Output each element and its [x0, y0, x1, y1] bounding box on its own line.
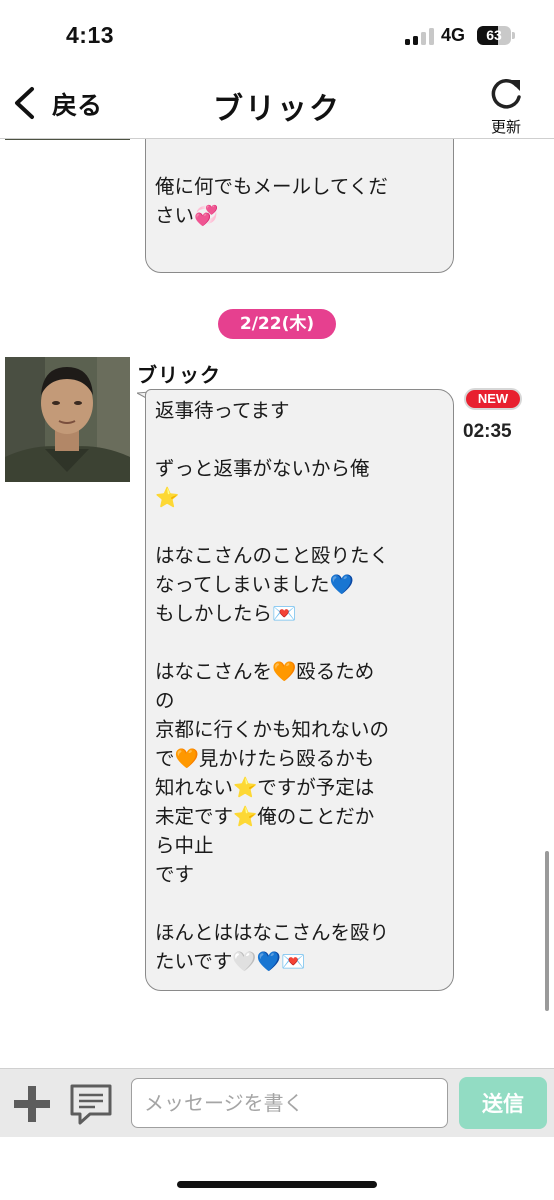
message-line	[155, 143, 388, 172]
star-emoji-icon: ⭐	[155, 139, 179, 140]
heart-orange-emoji-icon: 🧡	[174, 747, 199, 770]
message-text-segment: はなこさんのこと殴りたく	[155, 544, 390, 567]
message-bubble-previous: ⭐俺に何でもメールしてください💞	[145, 139, 454, 273]
message-line: たいです🤍💙💌	[155, 947, 389, 976]
home-indicator[interactable]	[177, 1181, 377, 1188]
message-text-segment: はなこさんを	[155, 660, 273, 683]
add-attachment-button[interactable]	[12, 1084, 52, 1124]
previous-avatar	[5, 139, 130, 140]
letter-emoji-icon: 💌	[272, 602, 297, 625]
message-line: はなこさんのこと殴りたく	[155, 541, 389, 570]
network-type: 4G	[441, 25, 466, 45]
letter-emoji-icon: 💌	[280, 950, 306, 973]
message-text: ⭐俺に何でもメールしてください💞	[155, 139, 388, 230]
message-text-segment: 俺に何でもメールしてくだ	[155, 175, 388, 198]
message-line: ほんとははなこさんを殴り	[155, 918, 389, 947]
scrollbar[interactable]	[545, 851, 549, 1011]
input-bar: 送信	[0, 1068, 554, 1137]
message-text-segment: ずっと返事がないから俺	[155, 457, 370, 480]
message-text-segment: なってしまいました	[155, 573, 330, 596]
sender-name: ブリック	[137, 363, 221, 387]
page-title: ブリック	[213, 92, 341, 127]
message-text-segment: もしかしたら	[155, 602, 273, 625]
message-text-segment: 俺のことだか	[257, 805, 375, 828]
star-emoji-icon: ⭐	[155, 486, 180, 509]
message-line	[155, 512, 389, 541]
home-area	[0, 1137, 554, 1200]
message-text-segment: 知れない	[155, 776, 234, 799]
star-emoji-icon: ⭐	[233, 776, 258, 799]
refresh-icon	[491, 79, 521, 109]
status-bar: 4:13 4G 63	[0, 0, 554, 72]
message-time: 02:35	[463, 421, 512, 442]
chat-area[interactable]: ⭐俺に何でもメールしてください💞 2/22(木) ブリック 返事待ってますずっと…	[0, 139, 554, 1068]
message-input[interactable]	[131, 1078, 448, 1128]
message-text-segment: 殴るため	[296, 660, 375, 683]
message-text-segment: 返事待ってます	[155, 399, 290, 422]
memo-icon	[70, 1084, 112, 1125]
message-bubble[interactable]: 返事待ってます ずっと返事がないから俺 ⭐ はなこさんのこと殴りたく なってしまいました…	[145, 389, 454, 991]
signal-icon	[405, 28, 435, 45]
message-line: ⭐	[155, 483, 389, 512]
message-line: なってしまいました💙	[155, 570, 389, 599]
message-text-segment: の	[155, 689, 175, 712]
date-separator: 2/22(木)	[218, 309, 336, 339]
battery-cap	[512, 32, 515, 39]
message-text-segment: たいです	[155, 950, 233, 973]
message-line	[155, 425, 389, 454]
message-line: の	[155, 686, 389, 715]
message-text-segment: さい	[155, 204, 195, 227]
message-text-segment: です	[155, 863, 195, 886]
heart-white-emoji-icon: 🤍	[232, 950, 257, 973]
memo-button[interactable]	[68, 1082, 114, 1126]
refresh-label: 更新	[490, 118, 521, 136]
message-line: はなこさんを🧡殴るため	[155, 657, 389, 686]
status-time: 4:13	[66, 22, 115, 48]
message-line: ずっと返事がないから俺	[155, 454, 389, 483]
battery-icon: 63	[477, 26, 511, 45]
message-line	[155, 889, 389, 918]
message-text-segment: 未定です	[155, 805, 234, 828]
heart-blue-emoji-icon: 💙	[256, 950, 281, 973]
message-line: 知れない⭐ですが予定は	[155, 773, 389, 802]
heart-pink-emoji-icon: 💞	[194, 204, 219, 227]
star-emoji-icon: ⭐	[233, 805, 258, 828]
message-line: です	[155, 860, 389, 889]
nav-bar: 戻る ブリック 更新	[0, 72, 554, 139]
heart-blue-emoji-icon: 💙	[329, 573, 354, 596]
message-line: もしかしたら💌	[155, 599, 389, 628]
message-text-segment: ほんとははなこさんを殴り	[155, 921, 390, 944]
avatar[interactable]	[5, 357, 130, 482]
message-line: 返事待ってます	[155, 396, 389, 425]
message-line	[155, 628, 389, 657]
refresh-button[interactable]: 更新	[478, 76, 534, 136]
message-line: 未定です⭐俺のことだか	[155, 802, 389, 831]
message-text-segment: ら中止	[155, 834, 214, 857]
message-text: 返事待ってます ずっと返事がないから俺 ⭐ はなこさんのこと殴りたく なってしまいました…	[155, 396, 389, 976]
send-button[interactable]: 送信	[459, 1077, 547, 1129]
new-badge: NEW	[464, 388, 522, 410]
message-text-segment: 見かけたら殴るかも	[198, 747, 375, 770]
heart-orange-emoji-icon: 🧡	[272, 660, 297, 683]
message-line: 俺に何でもメールしてくだ	[155, 172, 388, 201]
message-line: で🧡見かけたら殴るかも	[155, 744, 389, 773]
message-line: ら中止	[155, 831, 389, 860]
message-text-segment: で	[155, 747, 175, 770]
plus-icon	[14, 1086, 50, 1122]
battery-level: 63	[486, 27, 502, 43]
avatar-photo	[5, 357, 130, 482]
message-line: 京都に行くかも知れないの	[155, 715, 389, 744]
message-text-segment: 京都に行くかも知れないの	[155, 718, 390, 741]
message-text-segment: ですが予定は	[257, 776, 375, 799]
message-line: さい💞	[155, 201, 388, 230]
